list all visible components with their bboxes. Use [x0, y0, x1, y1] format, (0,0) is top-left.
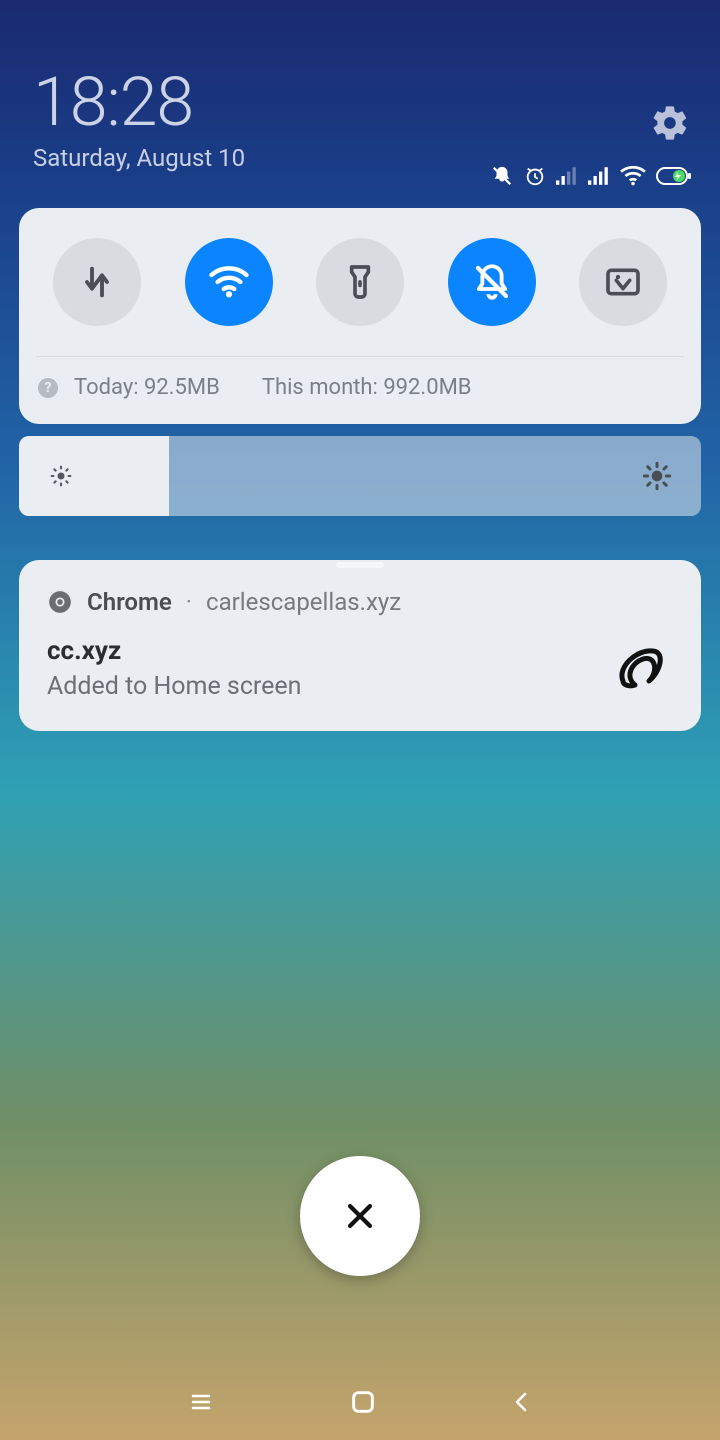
data-usage-row[interactable]: ? Today: 92.5MB This month: 992.0MB [36, 375, 684, 404]
menu-icon [186, 1390, 216, 1414]
clear-all-button[interactable] [300, 1156, 420, 1276]
chevron-left-icon [510, 1388, 534, 1416]
flashlight-icon [340, 262, 380, 302]
dnd-toggle[interactable] [448, 238, 536, 326]
notification-header: Chrome · carlescapellas.xyz [47, 588, 673, 616]
bell-slash-icon [490, 165, 514, 187]
quick-settings-panel: ? Today: 92.5MB This month: 992.0MB [19, 208, 701, 424]
notification-site: carlescapellas.xyz [206, 588, 401, 616]
back-button[interactable] [510, 1388, 534, 1416]
status-bar [490, 165, 692, 187]
brightness-slider[interactable] [19, 436, 701, 516]
data-usage-today: Today: 92.5MB [74, 375, 220, 400]
alarm-icon [524, 165, 546, 187]
brightness-fill [19, 436, 169, 516]
signal-strong-icon [588, 166, 610, 186]
chrome-icon [47, 589, 73, 615]
notification-app-name: Chrome [87, 588, 172, 616]
battery-charging-icon [656, 166, 692, 186]
close-icon [343, 1199, 377, 1233]
signal-weak-icon [556, 166, 578, 186]
notification-shade-header: 18:28 Saturday, August 10 [0, 0, 720, 172]
navigation-bar [0, 1388, 720, 1416]
screenshot-icon [603, 262, 643, 302]
wifi-icon [208, 261, 250, 303]
home-button[interactable] [349, 1388, 377, 1416]
flashlight-toggle[interactable] [316, 238, 404, 326]
divider [36, 356, 684, 357]
notification-subtitle: Added to Home screen [47, 672, 301, 701]
data-usage-month: This month: 992.0MB [262, 375, 472, 400]
notification-card[interactable]: Chrome · carlescapellas.xyz cc.xyz Added… [19, 560, 701, 731]
clock-time: 18:28 [33, 62, 687, 142]
bell-slash-icon [471, 261, 513, 303]
quick-toggles-row [36, 238, 684, 326]
shade-drag-handle[interactable] [336, 562, 384, 568]
data-usage-icon: ? [38, 378, 58, 398]
gear-icon [650, 103, 690, 143]
wifi-icon [620, 166, 646, 186]
notification-title: cc.xyz [47, 636, 301, 666]
brightness-low-icon [47, 462, 75, 490]
mobile-data-toggle[interactable] [53, 238, 141, 326]
wifi-toggle[interactable] [185, 238, 273, 326]
app-logo-icon [609, 637, 673, 701]
data-arrows-icon [77, 262, 117, 302]
square-icon [349, 1388, 377, 1416]
settings-button[interactable] [650, 103, 690, 143]
notification-separator: · [186, 588, 192, 616]
screenshot-toggle[interactable] [579, 238, 667, 326]
recents-button[interactable] [186, 1390, 216, 1414]
brightness-high-icon [641, 460, 673, 492]
